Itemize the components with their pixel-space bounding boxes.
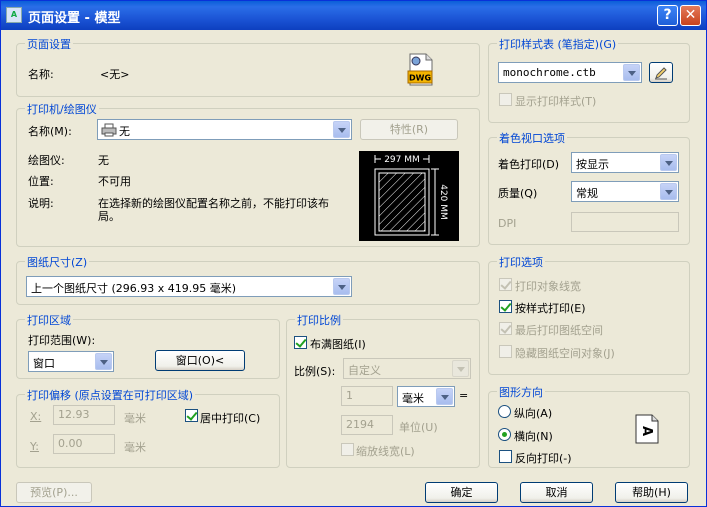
svg-text:DWG: DWG — [409, 74, 431, 83]
shade-plot-select[interactable]: 按显示 — [571, 152, 679, 173]
show-plot-styles-checkbox[interactable] — [499, 93, 512, 106]
offset-y-input[interactable]: 0.00 — [53, 434, 115, 454]
dwg-file-icon: DWG — [407, 53, 433, 86]
printer-name-label: 名称(M): — [28, 125, 72, 138]
offset-x-unit: 毫米 — [124, 412, 146, 425]
scale-lineweights-label: 缩放线宽(L) — [356, 445, 415, 458]
location-label: 位置: — [28, 175, 54, 188]
paper-preview: 297 MM 420 MM — [359, 151, 459, 241]
offset-x-label: X: — [30, 410, 42, 423]
plot-options-title: 打印选项 — [497, 254, 545, 270]
window-pick-button[interactable]: 窗口(O)< — [155, 350, 245, 371]
description-line1: 在选择新的绘图仪配置名称之前，不能打印该布 — [98, 197, 329, 210]
chevron-down-icon[interactable] — [95, 353, 112, 370]
shade-plot-label: 着色打印(D) — [498, 158, 560, 171]
fit-to-paper-checkbox[interactable] — [294, 336, 307, 349]
scale-value1-input[interactable]: 1 — [341, 386, 393, 406]
portrait-label: 纵向(A) — [514, 407, 553, 420]
hide-paperspace-checkbox[interactable] — [499, 345, 512, 358]
preview-height-label: 420 MM — [438, 184, 448, 220]
paper-size-title: 图纸尺寸(Z) — [25, 254, 90, 270]
fit-to-paper-label: 布满图纸(I) — [310, 338, 366, 351]
portrait-radio[interactable] — [498, 405, 511, 418]
shaded-viewport-title: 着色视口选项 — [497, 130, 567, 146]
page-setup-title: 页面设置 — [25, 36, 73, 52]
pencil-icon — [655, 67, 667, 80]
plot-style-title: 打印样式表 (笔指定)(G) — [497, 36, 619, 52]
chevron-down-icon[interactable] — [333, 278, 350, 295]
scale-lineweights-checkbox[interactable] — [341, 443, 354, 456]
paperspace-last-label: 最后打印图纸空间 — [515, 324, 603, 337]
chevron-down-icon[interactable] — [660, 183, 677, 200]
plotter-value: 无 — [98, 154, 109, 167]
scale-value2-input[interactable]: 2194 — [341, 415, 393, 435]
printer-icon — [101, 123, 117, 137]
quality-label: 质量(Q) — [498, 187, 538, 200]
preview-width-label: 297 MM — [384, 155, 420, 165]
preview-button[interactable]: 预览(P)... — [16, 482, 92, 503]
landscape-orientation-icon: A — [635, 414, 659, 444]
description-label: 说明: — [28, 197, 54, 210]
edit-plot-style-button[interactable] — [649, 62, 673, 83]
printer-title: 打印机/绘图仪 — [25, 101, 99, 117]
unit-label: 单位(U) — [399, 421, 438, 434]
hide-paperspace-label: 隐藏图纸空间对象(J) — [515, 347, 615, 360]
page-setup-name-value: <无> — [100, 68, 130, 81]
plot-lineweights-label: 打印对象线宽 — [515, 280, 581, 293]
offset-x-input[interactable]: 12.93 — [53, 405, 115, 425]
close-icon[interactable]: ✕ — [680, 5, 701, 26]
center-plot-label: 居中打印(C) — [200, 412, 261, 425]
chevron-down-icon[interactable] — [333, 121, 350, 138]
chevron-down-icon[interactable] — [436, 388, 453, 405]
cancel-button[interactable]: 取消 — [520, 482, 593, 503]
properties-button[interactable]: 特性(R) — [360, 119, 458, 140]
help-icon[interactable]: ? — [657, 5, 678, 26]
dpi-label: DPI — [498, 217, 517, 230]
orientation-title: 图形方向 — [497, 384, 545, 400]
plot-range-select[interactable]: 窗口 — [28, 351, 114, 372]
offset-y-unit: 毫米 — [124, 441, 146, 454]
svg-text:A: A — [639, 426, 654, 436]
center-plot-checkbox[interactable] — [185, 409, 198, 422]
landscape-radio[interactable] — [498, 428, 511, 441]
title-bar[interactable]: A 页面设置 - 模型 ? ✕ — [1, 1, 706, 30]
plot-scale-title: 打印比例 — [295, 312, 343, 328]
description-line2: 局。 — [98, 210, 120, 223]
equals-sign: = — [459, 389, 469, 402]
plot-offset-title: 打印偏移 (原点设置在可打印区域) — [25, 387, 196, 403]
plotter-label: 绘图仪: — [28, 154, 65, 167]
page-setup-dialog: A 页面设置 - 模型 ? ✕ 页面设置 名称: <无> DWG 打印机/绘图仪… — [0, 0, 707, 507]
plot-with-styles-label: 按样式打印(E) — [515, 302, 586, 315]
window-title: 页面设置 - 模型 — [28, 11, 121, 26]
plot-style-select[interactable]: monochrome.ctb — [498, 62, 642, 83]
landscape-label: 横向(N) — [514, 430, 553, 443]
show-plot-styles-label: 显示打印样式(T) — [515, 95, 597, 108]
plot-lineweights-checkbox[interactable] — [499, 278, 512, 291]
quality-select[interactable]: 常规 — [571, 181, 679, 202]
scale-select[interactable]: 自定义 — [343, 358, 471, 379]
autocad-icon: A — [6, 7, 22, 23]
paper-size-select[interactable]: 上一个图纸尺寸 (296.93 x 419.95 毫米) — [26, 276, 352, 297]
plot-area-title: 打印区域 — [25, 312, 73, 328]
page-setup-name-label: 名称: — [28, 68, 54, 81]
printer-name-select[interactable]: 无 — [97, 119, 352, 140]
help-button[interactable]: 帮助(H) — [615, 482, 688, 503]
scale-unit-select[interactable]: 毫米 — [397, 386, 455, 407]
reverse-plot-label: 反向打印(-) — [515, 452, 572, 465]
chevron-down-icon[interactable] — [623, 64, 640, 81]
offset-y-label: Y: — [30, 440, 39, 453]
chevron-down-icon[interactable] — [452, 360, 469, 377]
reverse-plot-checkbox[interactable] — [499, 450, 512, 463]
dpi-input[interactable] — [571, 212, 679, 232]
ok-button[interactable]: 确定 — [425, 482, 498, 503]
chevron-down-icon[interactable] — [660, 154, 677, 171]
location-value: 不可用 — [98, 175, 131, 188]
plot-with-styles-checkbox[interactable] — [499, 300, 512, 313]
plot-range-label: 打印范围(W): — [28, 334, 96, 347]
scale-label: 比例(S): — [294, 365, 336, 378]
paperspace-last-checkbox[interactable] — [499, 322, 512, 335]
